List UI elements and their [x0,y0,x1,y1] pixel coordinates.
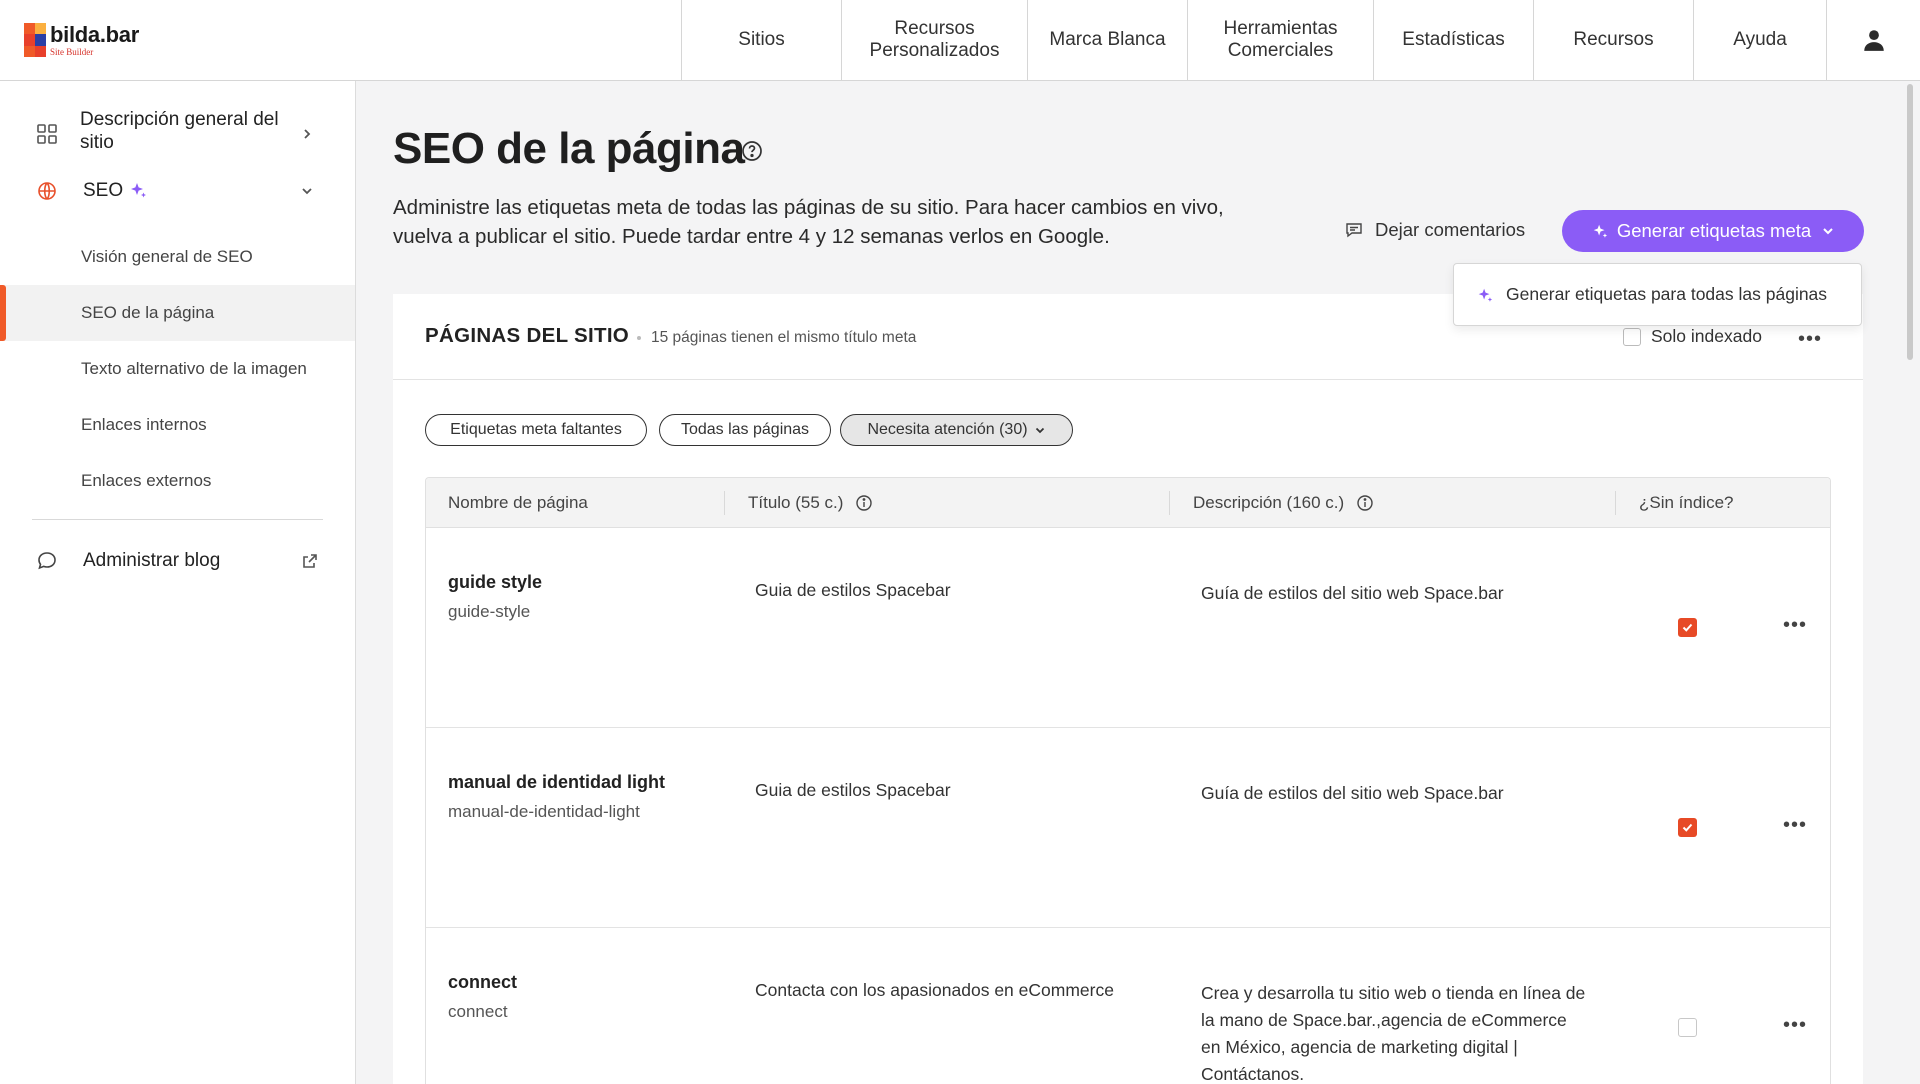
sparkle-icon [131,183,146,198]
chevron-down-icon [1035,427,1044,434]
nav-herramientas-comerciales[interactable]: Herramientas Comerciales [1187,0,1373,80]
chevron-right-icon [304,129,311,139]
column-header-title-label: Título (55 c.) [748,493,844,512]
sidebar-item-overview[interactable]: Descripción general del sitio [0,107,355,161]
page-title: SEO de la página [393,124,745,173]
nav-marca-blanca[interactable]: Marca Blanca [1027,0,1187,80]
sparkle-icon [1593,224,1608,238]
noindex-checkbox[interactable] [1678,818,1697,837]
sidebar-item-manage-blog[interactable]: Administrar blog [0,541,355,581]
page-slug: guide-style [448,602,531,621]
row-more-options-icon[interactable]: ••• [1783,814,1807,837]
filter-needs-attention[interactable]: Necesita atención (30) [840,414,1073,446]
generate-meta-tags-button[interactable]: Generar etiquetas meta [1562,210,1864,252]
user-account-icon[interactable] [1826,0,1920,80]
page-scrollbar[interactable] [1907,84,1913,360]
row-more-options-icon[interactable]: ••• [1783,1014,1807,1037]
check-icon [1682,823,1693,832]
table-row: connect connect Contacta con los apasion… [426,928,1830,1084]
column-separator [1169,491,1170,515]
column-header-description-label: Descripción (160 c.) [1193,493,1345,512]
main-nav: Sitios Recursos Personalizados Marca Bla… [681,0,1920,80]
globe-icon [38,182,56,200]
grid-icon [37,124,57,144]
site-pages-card: PÁGINAS DEL SITIO 15 páginas tienen el m… [393,294,1863,1084]
page-name[interactable]: connect [448,972,517,993]
chevron-down-icon [302,188,312,195]
pages-table: Nombre de página Título (55 c.) Descripc… [425,477,1831,1084]
sidebar-item-internal-links[interactable]: Enlaces internos [0,397,355,453]
nav-recursos-personalizados[interactable]: Recursos Personalizados [841,0,1027,80]
column-header-title: Título (55 c.) [748,493,873,513]
column-separator [1615,491,1616,515]
page-meta-description[interactable]: Guía de estilos del sitio web Space.bar [1201,580,1591,607]
chevron-down-icon [1823,228,1833,235]
noindex-checkbox[interactable] [1678,1018,1697,1037]
sidebar-item-seo[interactable]: SEO [0,171,355,211]
logo-mark-icon [24,23,46,57]
page-meta-title[interactable]: Guia de estilos Spacebar [755,780,951,801]
help-circle-icon[interactable] [741,140,763,162]
column-header-name: Nombre de página [448,493,588,512]
sidebar-item-label: SEO [83,180,124,201]
nav-sitios[interactable]: Sitios [681,0,841,80]
dropdown-item-label: Generar etiquetas para todas las páginas [1506,284,1828,304]
info-icon[interactable] [855,494,873,512]
generate-dropdown-item[interactable]: Generar etiquetas para todas las páginas [1453,263,1862,326]
sparkle-icon [1478,288,1493,302]
sidebar-item-external-links[interactable]: Enlaces externos [0,453,355,509]
leave-feedback-button[interactable]: Dejar comentarios [1345,219,1525,241]
column-header-description: Descripción (160 c.) [1193,493,1374,513]
top-bar: bilda.bar Site Builder Sitios Recursos P… [0,0,1920,81]
sidebar: Descripción general del sitio SEO Visión… [0,81,356,1084]
page-slug: manual-de-identidad-light [448,802,640,821]
sidebar-item-label: Administrar blog [83,550,221,571]
comment-icon [1346,223,1362,238]
sidebar-divider [32,519,323,520]
page-meta-description[interactable]: Crea y desarrolla tu sitio web o tienda … [1201,980,1591,1084]
indexed-only-checkbox[interactable] [1623,328,1641,346]
page-meta-title[interactable]: Guia de estilos Spacebar [755,580,951,601]
external-link-icon [303,554,317,568]
nav-recursos[interactable]: Recursos [1533,0,1693,80]
filter-all-pages[interactable]: Todas las páginas [659,414,831,446]
page-meta-title[interactable]: Contacta con los apasionados en eCommerc… [755,980,1114,1001]
table-row: guide style guide-style Guia de estilos … [426,528,1830,728]
nav-ayuda[interactable]: Ayuda [1693,0,1826,80]
noindex-checkbox[interactable] [1678,618,1697,637]
card-title: PÁGINAS DEL SITIO [425,324,630,347]
sidebar-item-seo-overview[interactable]: Visión general de SEO [0,229,355,285]
indexed-only-label: Solo indexado [1651,326,1762,346]
table-row: manual de identidad light manual-de-iden… [426,728,1830,928]
page-meta-description[interactable]: Guía de estilos del sitio web Space.bar [1201,780,1591,807]
logo-subtitle: Site Builder [50,46,94,57]
check-icon [1682,623,1693,632]
info-icon[interactable] [1356,494,1374,512]
column-header-noindex: ¿Sin índice? [1639,493,1734,512]
sidebar-item-label: Descripción general del sitio [80,109,279,153]
row-more-options-icon[interactable]: ••• [1783,614,1807,637]
feedback-label: Dejar comentarios [1375,219,1526,240]
logo-name: bilda.bar [50,21,139,47]
page-name[interactable]: manual de identidad light [448,772,665,793]
more-options-icon[interactable]: ••• [1798,328,1822,351]
table-header: Nombre de página Título (55 c.) Descripc… [426,478,1830,528]
page-slug: connect [448,1002,508,1021]
page-description: Administre las etiquetas meta de todas l… [393,196,1224,248]
sidebar-item-page-seo[interactable]: SEO de la página [0,285,355,341]
card-subtitle: 15 páginas tienen el mismo título meta [651,329,917,346]
sidebar-item-image-alt-text[interactable]: Texto alternativo de la imagen [0,341,355,397]
separator-dot [637,336,641,340]
logo[interactable]: bilda.bar Site Builder [0,0,681,80]
generate-label: Generar etiquetas meta [1616,220,1812,241]
page-name[interactable]: guide style [448,572,542,593]
filter-missing-meta[interactable]: Etiquetas meta faltantes [425,414,647,446]
nav-estadisticas[interactable]: Estadísticas [1373,0,1533,80]
chat-bubble-icon [38,552,56,570]
column-separator [724,491,725,515]
filter-label: Necesita atención (30) [867,421,1028,438]
